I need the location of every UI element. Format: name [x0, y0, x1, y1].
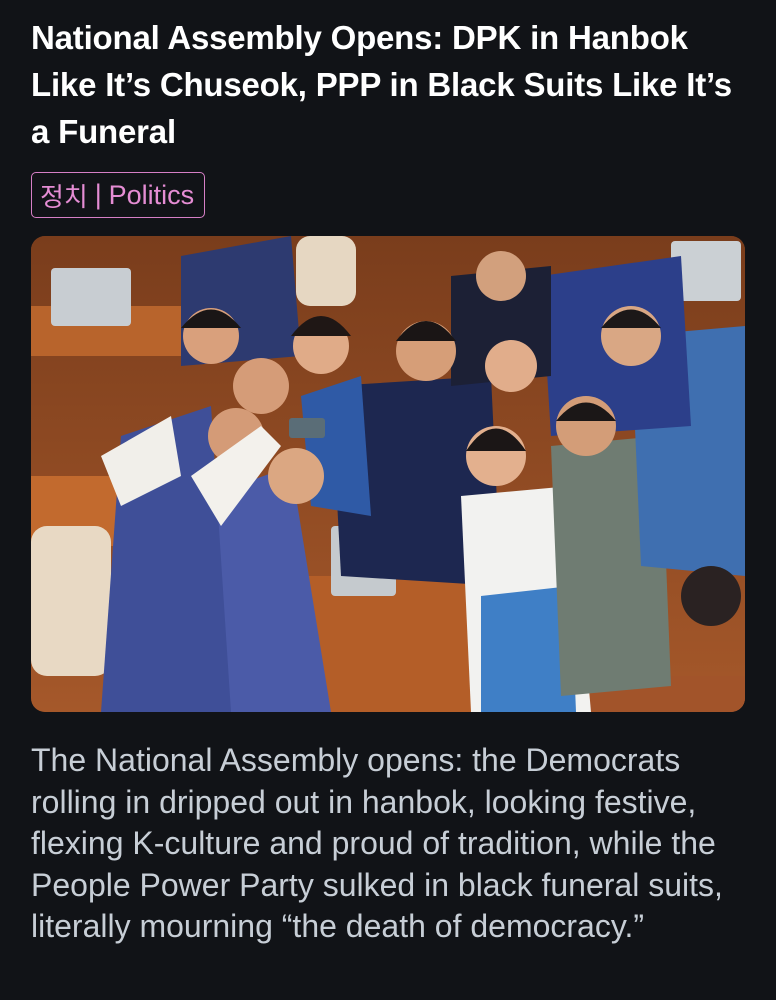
head-12: [681, 566, 741, 626]
category-separator: |: [93, 180, 103, 210]
seat-left: [31, 526, 111, 676]
head-5: [476, 251, 526, 301]
category-label-english: Politics: [108, 179, 195, 210]
category-tag[interactable]: 정치 | Politics: [31, 172, 206, 218]
photo-illustration: [31, 236, 745, 712]
seat-back: [296, 236, 356, 306]
article-headline[interactable]: National Assembly Opens: DPK in Hanbok L…: [31, 14, 741, 155]
head-4: [485, 340, 537, 392]
article-body: The National Assembly opens: the Democra…: [31, 742, 723, 944]
monitor-1: [51, 268, 131, 326]
head-7: [233, 358, 289, 414]
phone-in-photo: [289, 418, 325, 438]
article-photo[interactable]: [31, 236, 745, 712]
category-label-korean: 정치: [40, 182, 88, 213]
head-9: [268, 448, 324, 504]
